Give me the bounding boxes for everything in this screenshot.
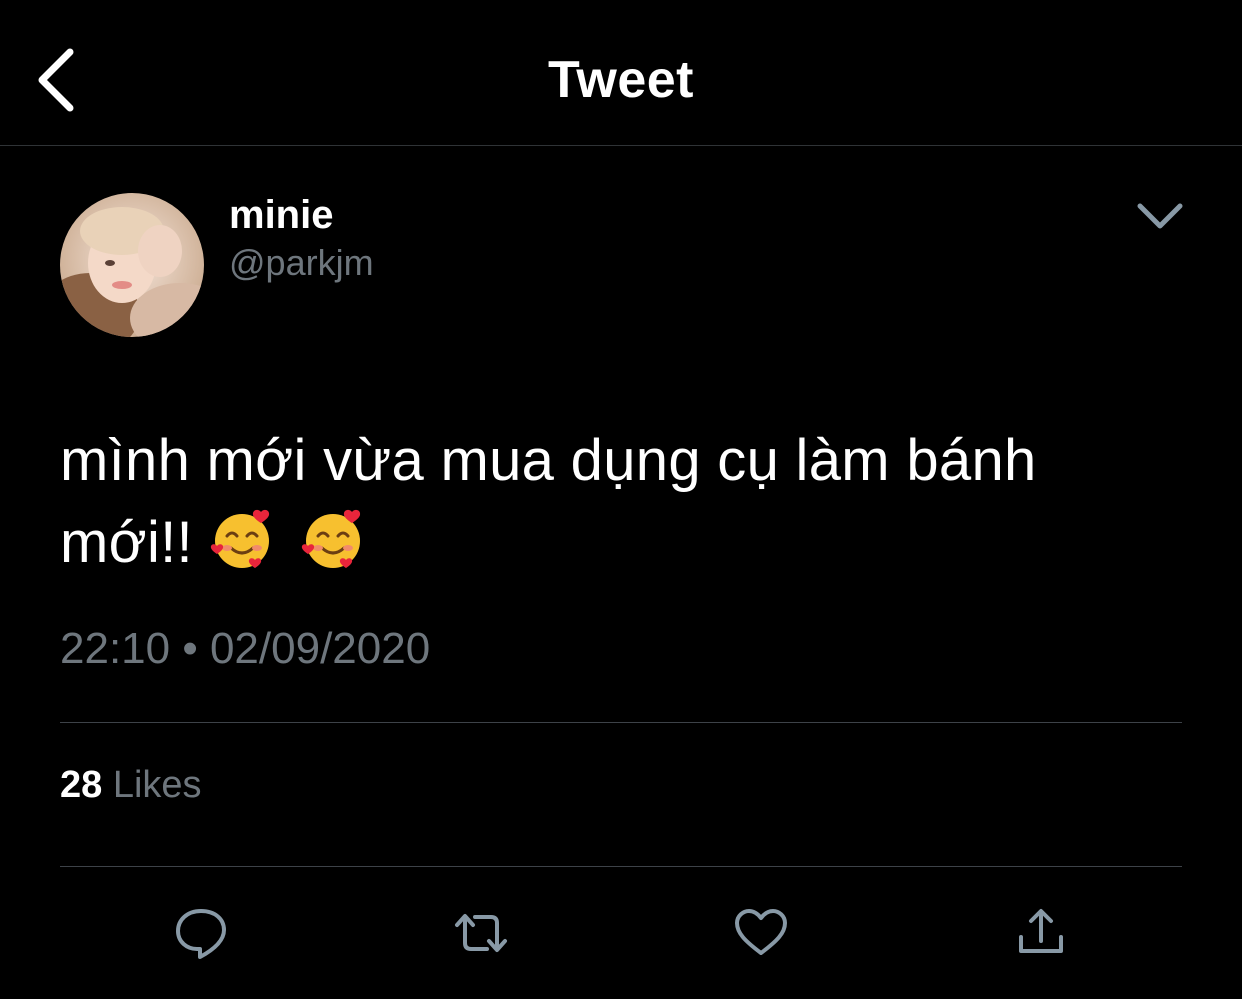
profile-photo bbox=[60, 193, 204, 337]
retweet-button[interactable] bbox=[453, 905, 509, 961]
avatar[interactable] bbox=[60, 193, 204, 337]
divider bbox=[60, 722, 1182, 723]
page-title: Tweet bbox=[547, 51, 694, 109]
author-handle[interactable]: @parkjm bbox=[229, 241, 374, 285]
reply-icon bbox=[176, 909, 226, 959]
chevron-down-icon bbox=[1137, 203, 1183, 229]
likes-label: Likes bbox=[112, 764, 202, 806]
retweet-icon bbox=[455, 914, 507, 952]
likes-stat[interactable]: 28 Likes bbox=[60, 762, 202, 808]
like-button[interactable] bbox=[733, 905, 789, 961]
top-bar: Tweet bbox=[0, 0, 1242, 146]
heart-icon bbox=[735, 909, 787, 955]
reply-button[interactable] bbox=[173, 905, 229, 961]
divider bbox=[60, 866, 1182, 867]
smiling-face-with-hearts-emoji bbox=[209, 506, 275, 572]
likes-count: 28 bbox=[60, 764, 103, 806]
smiling-face-with-hearts-emoji bbox=[300, 506, 366, 572]
share-icon bbox=[1019, 909, 1063, 953]
tweet-timestamp: 22:10 • 02/09/2020 bbox=[60, 624, 431, 673]
tweet-text: mình mới vừa mua dụng cụ làm bánh mới!! bbox=[60, 428, 1037, 575]
more-options-button[interactable] bbox=[1132, 196, 1188, 236]
share-button[interactable] bbox=[1013, 905, 1069, 961]
author-display-name[interactable]: minie bbox=[229, 192, 333, 238]
tweet-body: mình mới vừa mua dụng cụ làm bánh mới!! bbox=[60, 420, 1180, 584]
